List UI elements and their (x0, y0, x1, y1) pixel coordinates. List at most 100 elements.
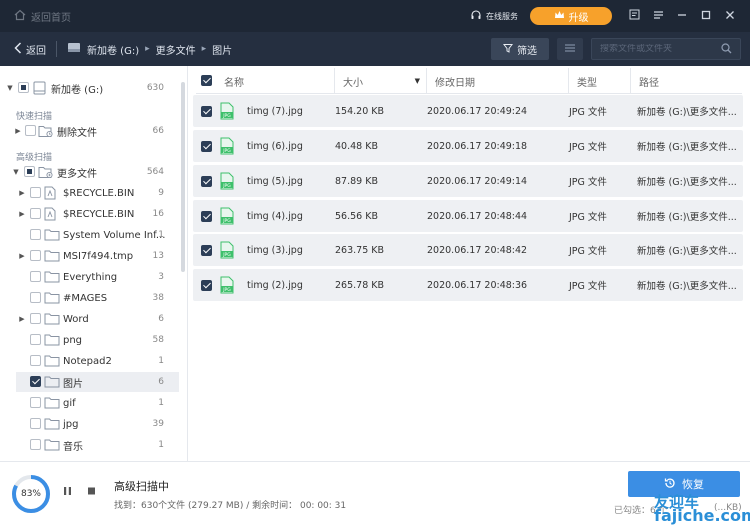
tree-item-folder[interactable]: ▶ $RECYCLE.BIN 9 (0, 183, 180, 203)
tree-item-folder[interactable]: 音乐 1 (0, 435, 180, 455)
caret-down-icon[interactable]: ▼ (6, 84, 14, 92)
tree-item-count: 38 (152, 293, 164, 303)
caret-down-icon[interactable]: ▼ (12, 168, 20, 176)
tree-item-folder[interactable]: Notepad2 1 (0, 351, 180, 371)
tree-item-count: 66 (152, 126, 164, 136)
maximize-button[interactable] (694, 4, 718, 28)
tree-checkbox[interactable] (30, 208, 41, 219)
column-header-date[interactable]: 修改日期 (426, 68, 568, 94)
stop-button[interactable] (87, 486, 96, 499)
tree-item-more-files[interactable]: ▼ 更多文件 564 (0, 162, 180, 182)
caret-right-icon[interactable]: ▶ (18, 252, 26, 260)
breadcrumb-drive[interactable]: 新加卷 (G:) (87, 42, 139, 57)
row-checkbox[interactable] (201, 280, 212, 291)
select-all-checkbox[interactable] (201, 75, 212, 86)
tree-item-label: 音乐 (63, 441, 83, 453)
view-toggle-button[interactable] (557, 38, 583, 60)
crown-icon (554, 10, 565, 23)
tree-item-count: 58 (152, 335, 164, 345)
pause-button[interactable] (63, 486, 72, 499)
tree-checkbox[interactable] (30, 418, 41, 429)
file-date: 2020.06.17 20:48:36 (427, 279, 528, 291)
table-row[interactable]: JPG timg (4).jpg 56.56 KB 2020.06.17 20:… (193, 200, 743, 232)
tree-item-folder[interactable]: jpg 39 (0, 414, 180, 434)
column-header-name[interactable]: 名称 (216, 68, 334, 94)
minimize-icon (677, 9, 687, 23)
tree-checkbox[interactable] (30, 439, 41, 450)
table-row[interactable]: JPG timg (2).jpg 265.78 KB 2020.06.17 20… (193, 269, 743, 301)
file-date: 2020.06.17 20:49:24 (427, 105, 528, 117)
tree-item-deleted-files[interactable]: ▶ 删除文件 66 (0, 121, 180, 141)
table-row[interactable]: JPG timg (7).jpg 154.20 KB 2020.06.17 20… (193, 95, 743, 127)
tree-item-folder[interactable]: ▶ $RECYCLE.BIN 16 (0, 204, 180, 224)
caret-right-icon[interactable]: ▶ (18, 210, 26, 218)
tree-item-folder[interactable]: ▶ Word 6 (0, 309, 180, 329)
jpg-file-icon: JPG (220, 102, 234, 120)
menu-icon (653, 9, 664, 23)
tree-item-folder-selected[interactable]: 图片 6 (16, 372, 179, 392)
tree-checkbox[interactable] (25, 125, 36, 136)
table-row[interactable]: JPG timg (3).jpg 263.75 KB 2020.06.17 20… (193, 234, 743, 266)
row-checkbox[interactable] (201, 211, 212, 222)
minimize-button[interactable] (670, 4, 694, 28)
table-row[interactable]: JPG timg (5).jpg 87.89 KB 2020.06.17 20:… (193, 165, 743, 197)
file-type: JPG 文件 (569, 246, 607, 257)
caret-right-icon[interactable]: ▶ (14, 127, 22, 135)
column-header-label: 修改日期 (435, 77, 475, 89)
sidebar-scrollbar[interactable] (181, 82, 185, 272)
menu-button[interactable] (646, 4, 670, 28)
filter-button[interactable]: 筛选 (491, 38, 549, 60)
row-checkbox[interactable] (201, 106, 212, 117)
tree-item-folder[interactable]: #MAGES 38 (0, 288, 180, 308)
file-size: 263.75 KB (335, 244, 385, 256)
breadcrumb-pictures[interactable]: 图片 (212, 42, 232, 57)
upgrade-button[interactable]: 升级 (530, 7, 612, 25)
caret-right-icon[interactable]: ▶ (18, 189, 26, 197)
search-input[interactable] (592, 44, 712, 54)
tree-item-drive[interactable]: ▼ 新加卷 (G:) 630 (0, 78, 180, 98)
feedback-button[interactable] (622, 4, 646, 28)
file-date: 2020.06.17 20:48:44 (427, 210, 528, 222)
chevron-left-icon (14, 41, 22, 57)
caret-right-icon[interactable]: ▶ (18, 315, 26, 323)
tree-item-folder[interactable]: System Volume Inf... 1 (0, 225, 180, 245)
column-header-type[interactable]: 类型 (568, 68, 630, 94)
tree-checkbox[interactable] (30, 397, 41, 408)
row-checkbox[interactable] (201, 245, 212, 256)
row-checkbox[interactable] (201, 141, 212, 152)
row-checkbox[interactable] (201, 176, 212, 187)
tree-checkbox[interactable] (18, 82, 29, 93)
back-button[interactable]: 返回 (14, 41, 46, 57)
tree-checkbox[interactable] (30, 355, 41, 366)
tree-item-folder[interactable]: gif 1 (0, 393, 180, 413)
column-header-path[interactable]: 路径 (630, 68, 742, 94)
tree-checkbox[interactable] (30, 229, 41, 240)
list-view-icon (564, 43, 576, 56)
close-button[interactable] (718, 4, 742, 28)
tree-item-folder[interactable]: png 58 (0, 330, 180, 350)
file-table: 名称 大小 ▼ 修改日期 类型 路径 JPG timg (7).jpg 154.… (188, 66, 750, 461)
tree-checkbox[interactable] (30, 271, 41, 282)
online-service-button[interactable]: 在线服务 (470, 9, 518, 23)
tree-checkbox[interactable] (30, 187, 41, 198)
tree-checkbox[interactable] (30, 250, 41, 261)
tree-item-label: 更多文件 (57, 168, 97, 180)
tree-item-folder[interactable]: Everything 3 (0, 267, 180, 287)
breadcrumb-more-files[interactable]: 更多文件 (156, 42, 196, 57)
tree-checkbox[interactable] (30, 376, 41, 387)
drive-icon (67, 42, 81, 56)
tree-checkbox[interactable] (30, 292, 41, 303)
table-row[interactable]: JPG timg (6).jpg 40.48 KB 2020.06.17 20:… (193, 130, 743, 162)
tree-item-count: 39 (152, 419, 164, 429)
tree-checkbox[interactable] (30, 334, 41, 345)
tree-item-folder[interactable]: ▶ MSI7f494.tmp 13 (0, 246, 180, 266)
svg-text:JPG: JPG (222, 218, 231, 224)
tree-item-label: Everything (63, 271, 118, 283)
tree-item-count: 3 (158, 272, 164, 282)
tree-checkbox[interactable] (30, 313, 41, 324)
tree-checkbox[interactable] (24, 166, 35, 177)
tree-item-label: Word (63, 313, 89, 325)
column-header-size[interactable]: 大小 ▼ (334, 68, 426, 94)
home-button[interactable]: 返回首页 (14, 9, 71, 24)
search-icon[interactable] (721, 43, 732, 57)
